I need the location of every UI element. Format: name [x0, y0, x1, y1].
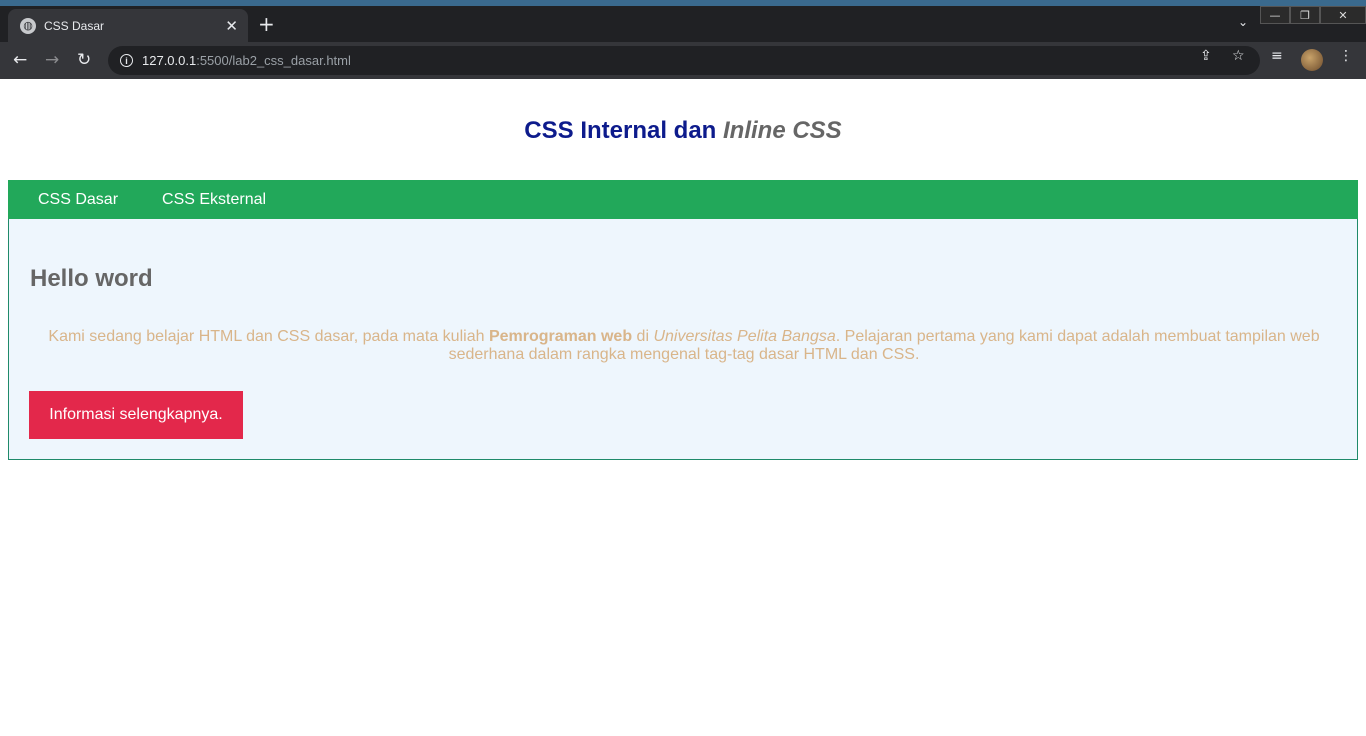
page-title: CSS Internal dan Inline CSS [0, 117, 1366, 145]
paragraph-text-1: Kami sedang belajar HTML dan CSS dasar, … [48, 328, 489, 345]
url-host: 127.0.0.1 [142, 53, 197, 68]
forward-arrow-icon[interactable]: → [45, 50, 59, 70]
page-title-italic: Inline CSS [723, 117, 842, 144]
paragraph-bold-course: Pemrograman web [488, 328, 633, 345]
browser-toolbar: ← → ↻ i 127.0.0.1:5500/lab2_css_dasar.ht… [0, 42, 1366, 79]
tab-search-icon[interactable]: ⌄ [1238, 15, 1248, 29]
close-tab-icon[interactable]: ✕ [225, 17, 238, 35]
tab-title: CSS Dasar [44, 18, 105, 33]
url-path: :5500/lab2_css_dasar.html [196, 53, 351, 68]
window-controls: — ❐ ✕ [1260, 6, 1366, 24]
browser-menu-icon[interactable]: ⋮ [1339, 48, 1353, 64]
new-tab-icon[interactable]: + [258, 14, 275, 34]
reading-list-icon[interactable]: ≡ [1271, 48, 1283, 64]
nav-link-css-dasar[interactable]: CSS Dasar [8, 191, 140, 209]
globe-icon: ◍ [20, 17, 36, 34]
paragraph-text-2: di [632, 328, 654, 345]
section-heading: Hello word [30, 265, 153, 292]
paragraph-italic-university: Universitas Pelita Bangsa [653, 328, 836, 345]
share-icon[interactable]: ⇪ [1200, 48, 1212, 64]
minimize-icon[interactable]: — [1260, 6, 1290, 24]
more-info-button[interactable]: Informasi selengkapnya. [29, 391, 243, 439]
window-close-icon[interactable]: ✕ [1320, 6, 1366, 24]
address-bar[interactable]: i 127.0.0.1:5500/lab2_css_dasar.html [108, 46, 1260, 75]
back-arrow-icon[interactable]: ← [13, 50, 27, 70]
browser-tab-bar: ◍ CSS Dasar ✕ + ⌄ — ❐ ✕ [0, 6, 1366, 42]
bookmark-star-icon[interactable]: ☆ [1232, 48, 1245, 64]
restore-icon[interactable]: ❐ [1290, 6, 1320, 24]
content-section: Hello word Kami sedang belajar HTML dan … [8, 219, 1358, 460]
web-page: CSS Internal dan Inline CSS CSS Dasar CS… [0, 79, 1366, 736]
intro-paragraph: Kami sedang belajar HTML dan CSS dasar, … [30, 328, 1338, 364]
nav-link-css-eksternal[interactable]: CSS Eksternal [140, 191, 288, 209]
url-text[interactable]: 127.0.0.1:5500/lab2_css_dasar.html [142, 53, 351, 68]
browser-tab-active[interactable]: ◍ CSS Dasar ✕ [8, 9, 248, 42]
reload-icon[interactable]: ↻ [77, 50, 91, 70]
page-title-main: CSS Internal dan [524, 117, 723, 144]
navbar: CSS Dasar CSS Eksternal [8, 180, 1358, 219]
profile-avatar[interactable] [1301, 49, 1323, 71]
site-info-icon[interactable]: i [120, 54, 133, 67]
